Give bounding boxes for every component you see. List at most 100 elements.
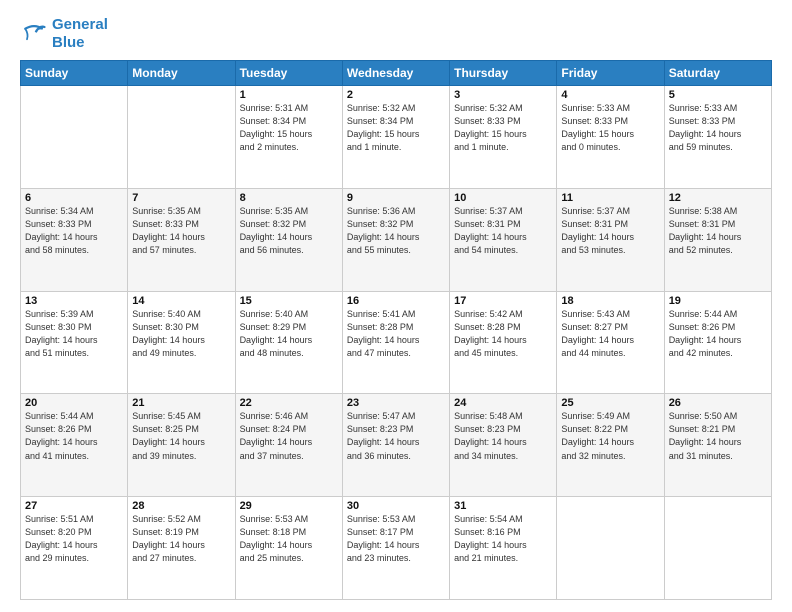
calendar-cell: 17Sunrise: 5:42 AM Sunset: 8:28 PM Dayli… [450,291,557,394]
calendar-cell: 28Sunrise: 5:52 AM Sunset: 8:19 PM Dayli… [128,497,235,600]
day-number: 25 [561,397,659,409]
calendar-header: Sunday Monday Tuesday Wednesday Thursday… [21,61,772,86]
day-number: 10 [454,192,552,204]
day-info: Sunrise: 5:51 AM Sunset: 8:20 PM Dayligh… [25,513,123,565]
calendar-cell: 19Sunrise: 5:44 AM Sunset: 8:26 PM Dayli… [664,291,771,394]
calendar-cell: 2Sunrise: 5:32 AM Sunset: 8:34 PM Daylig… [342,86,449,189]
day-info: Sunrise: 5:45 AM Sunset: 8:25 PM Dayligh… [132,410,230,462]
day-info: Sunrise: 5:35 AM Sunset: 8:32 PM Dayligh… [240,205,338,257]
day-info: Sunrise: 5:37 AM Sunset: 8:31 PM Dayligh… [454,205,552,257]
header-wednesday: Wednesday [342,61,449,86]
calendar-body: 1Sunrise: 5:31 AM Sunset: 8:34 PM Daylig… [21,86,772,600]
calendar-cell: 30Sunrise: 5:53 AM Sunset: 8:17 PM Dayli… [342,497,449,600]
day-info: Sunrise: 5:32 AM Sunset: 8:34 PM Dayligh… [347,102,445,154]
day-info: Sunrise: 5:48 AM Sunset: 8:23 PM Dayligh… [454,410,552,462]
calendar-cell: 14Sunrise: 5:40 AM Sunset: 8:30 PM Dayli… [128,291,235,394]
calendar-cell: 25Sunrise: 5:49 AM Sunset: 8:22 PM Dayli… [557,394,664,497]
day-number: 20 [25,397,123,409]
day-number: 16 [347,295,445,307]
calendar-cell [128,86,235,189]
calendar-cell: 13Sunrise: 5:39 AM Sunset: 8:30 PM Dayli… [21,291,128,394]
calendar-cell [557,497,664,600]
calendar-cell [664,497,771,600]
day-number: 9 [347,192,445,204]
header-sunday: Sunday [21,61,128,86]
day-info: Sunrise: 5:33 AM Sunset: 8:33 PM Dayligh… [561,102,659,154]
calendar-cell: 18Sunrise: 5:43 AM Sunset: 8:27 PM Dayli… [557,291,664,394]
calendar-cell: 3Sunrise: 5:32 AM Sunset: 8:33 PM Daylig… [450,86,557,189]
day-info: Sunrise: 5:34 AM Sunset: 8:33 PM Dayligh… [25,205,123,257]
day-number: 8 [240,192,338,204]
calendar-cell: 12Sunrise: 5:38 AM Sunset: 8:31 PM Dayli… [664,188,771,291]
calendar: Sunday Monday Tuesday Wednesday Thursday… [20,60,772,600]
day-info: Sunrise: 5:47 AM Sunset: 8:23 PM Dayligh… [347,410,445,462]
day-info: Sunrise: 5:44 AM Sunset: 8:26 PM Dayligh… [25,410,123,462]
calendar-cell: 10Sunrise: 5:37 AM Sunset: 8:31 PM Dayli… [450,188,557,291]
day-info: Sunrise: 5:50 AM Sunset: 8:21 PM Dayligh… [669,410,767,462]
logo-text: General Blue [52,16,108,52]
calendar-cell: 29Sunrise: 5:53 AM Sunset: 8:18 PM Dayli… [235,497,342,600]
day-number: 5 [669,89,767,101]
day-number: 17 [454,295,552,307]
calendar-cell: 7Sunrise: 5:35 AM Sunset: 8:33 PM Daylig… [128,188,235,291]
calendar-cell: 15Sunrise: 5:40 AM Sunset: 8:29 PM Dayli… [235,291,342,394]
day-info: Sunrise: 5:41 AM Sunset: 8:28 PM Dayligh… [347,308,445,360]
day-number: 30 [347,500,445,512]
day-number: 14 [132,295,230,307]
day-info: Sunrise: 5:31 AM Sunset: 8:34 PM Dayligh… [240,102,338,154]
day-number: 21 [132,397,230,409]
calendar-week-3: 13Sunrise: 5:39 AM Sunset: 8:30 PM Dayli… [21,291,772,394]
day-info: Sunrise: 5:42 AM Sunset: 8:28 PM Dayligh… [454,308,552,360]
header-monday: Monday [128,61,235,86]
calendar-cell: 21Sunrise: 5:45 AM Sunset: 8:25 PM Dayli… [128,394,235,497]
day-info: Sunrise: 5:36 AM Sunset: 8:32 PM Dayligh… [347,205,445,257]
day-number: 27 [25,500,123,512]
calendar-cell: 26Sunrise: 5:50 AM Sunset: 8:21 PM Dayli… [664,394,771,497]
day-info: Sunrise: 5:54 AM Sunset: 8:16 PM Dayligh… [454,513,552,565]
day-number: 22 [240,397,338,409]
calendar-cell: 5Sunrise: 5:33 AM Sunset: 8:33 PM Daylig… [664,86,771,189]
header-thursday: Thursday [450,61,557,86]
logo: General Blue [20,16,108,52]
day-info: Sunrise: 5:40 AM Sunset: 8:29 PM Dayligh… [240,308,338,360]
calendar-cell: 23Sunrise: 5:47 AM Sunset: 8:23 PM Dayli… [342,394,449,497]
day-number: 12 [669,192,767,204]
day-info: Sunrise: 5:49 AM Sunset: 8:22 PM Dayligh… [561,410,659,462]
day-info: Sunrise: 5:38 AM Sunset: 8:31 PM Dayligh… [669,205,767,257]
day-number: 2 [347,89,445,101]
calendar-week-4: 20Sunrise: 5:44 AM Sunset: 8:26 PM Dayli… [21,394,772,497]
calendar-cell: 20Sunrise: 5:44 AM Sunset: 8:26 PM Dayli… [21,394,128,497]
day-info: Sunrise: 5:52 AM Sunset: 8:19 PM Dayligh… [132,513,230,565]
calendar-week-2: 6Sunrise: 5:34 AM Sunset: 8:33 PM Daylig… [21,188,772,291]
day-info: Sunrise: 5:53 AM Sunset: 8:17 PM Dayligh… [347,513,445,565]
day-number: 24 [454,397,552,409]
day-number: 15 [240,295,338,307]
logo-line2: Blue [52,34,108,52]
calendar-cell: 31Sunrise: 5:54 AM Sunset: 8:16 PM Dayli… [450,497,557,600]
day-info: Sunrise: 5:35 AM Sunset: 8:33 PM Dayligh… [132,205,230,257]
day-number: 7 [132,192,230,204]
calendar-cell: 9Sunrise: 5:36 AM Sunset: 8:32 PM Daylig… [342,188,449,291]
header: General Blue [20,16,772,52]
day-number: 4 [561,89,659,101]
calendar-cell: 1Sunrise: 5:31 AM Sunset: 8:34 PM Daylig… [235,86,342,189]
logo-icon [20,20,48,48]
day-number: 23 [347,397,445,409]
day-info: Sunrise: 5:39 AM Sunset: 8:30 PM Dayligh… [25,308,123,360]
day-number: 29 [240,500,338,512]
day-number: 26 [669,397,767,409]
day-info: Sunrise: 5:40 AM Sunset: 8:30 PM Dayligh… [132,308,230,360]
day-info: Sunrise: 5:43 AM Sunset: 8:27 PM Dayligh… [561,308,659,360]
logo-line1: General [52,16,108,34]
day-info: Sunrise: 5:32 AM Sunset: 8:33 PM Dayligh… [454,102,552,154]
calendar-cell: 16Sunrise: 5:41 AM Sunset: 8:28 PM Dayli… [342,291,449,394]
calendar-cell: 27Sunrise: 5:51 AM Sunset: 8:20 PM Dayli… [21,497,128,600]
header-tuesday: Tuesday [235,61,342,86]
calendar-cell: 8Sunrise: 5:35 AM Sunset: 8:32 PM Daylig… [235,188,342,291]
calendar-cell [21,86,128,189]
calendar-cell: 11Sunrise: 5:37 AM Sunset: 8:31 PM Dayli… [557,188,664,291]
calendar-cell: 24Sunrise: 5:48 AM Sunset: 8:23 PM Dayli… [450,394,557,497]
calendar-cell: 4Sunrise: 5:33 AM Sunset: 8:33 PM Daylig… [557,86,664,189]
day-number: 18 [561,295,659,307]
day-number: 31 [454,500,552,512]
